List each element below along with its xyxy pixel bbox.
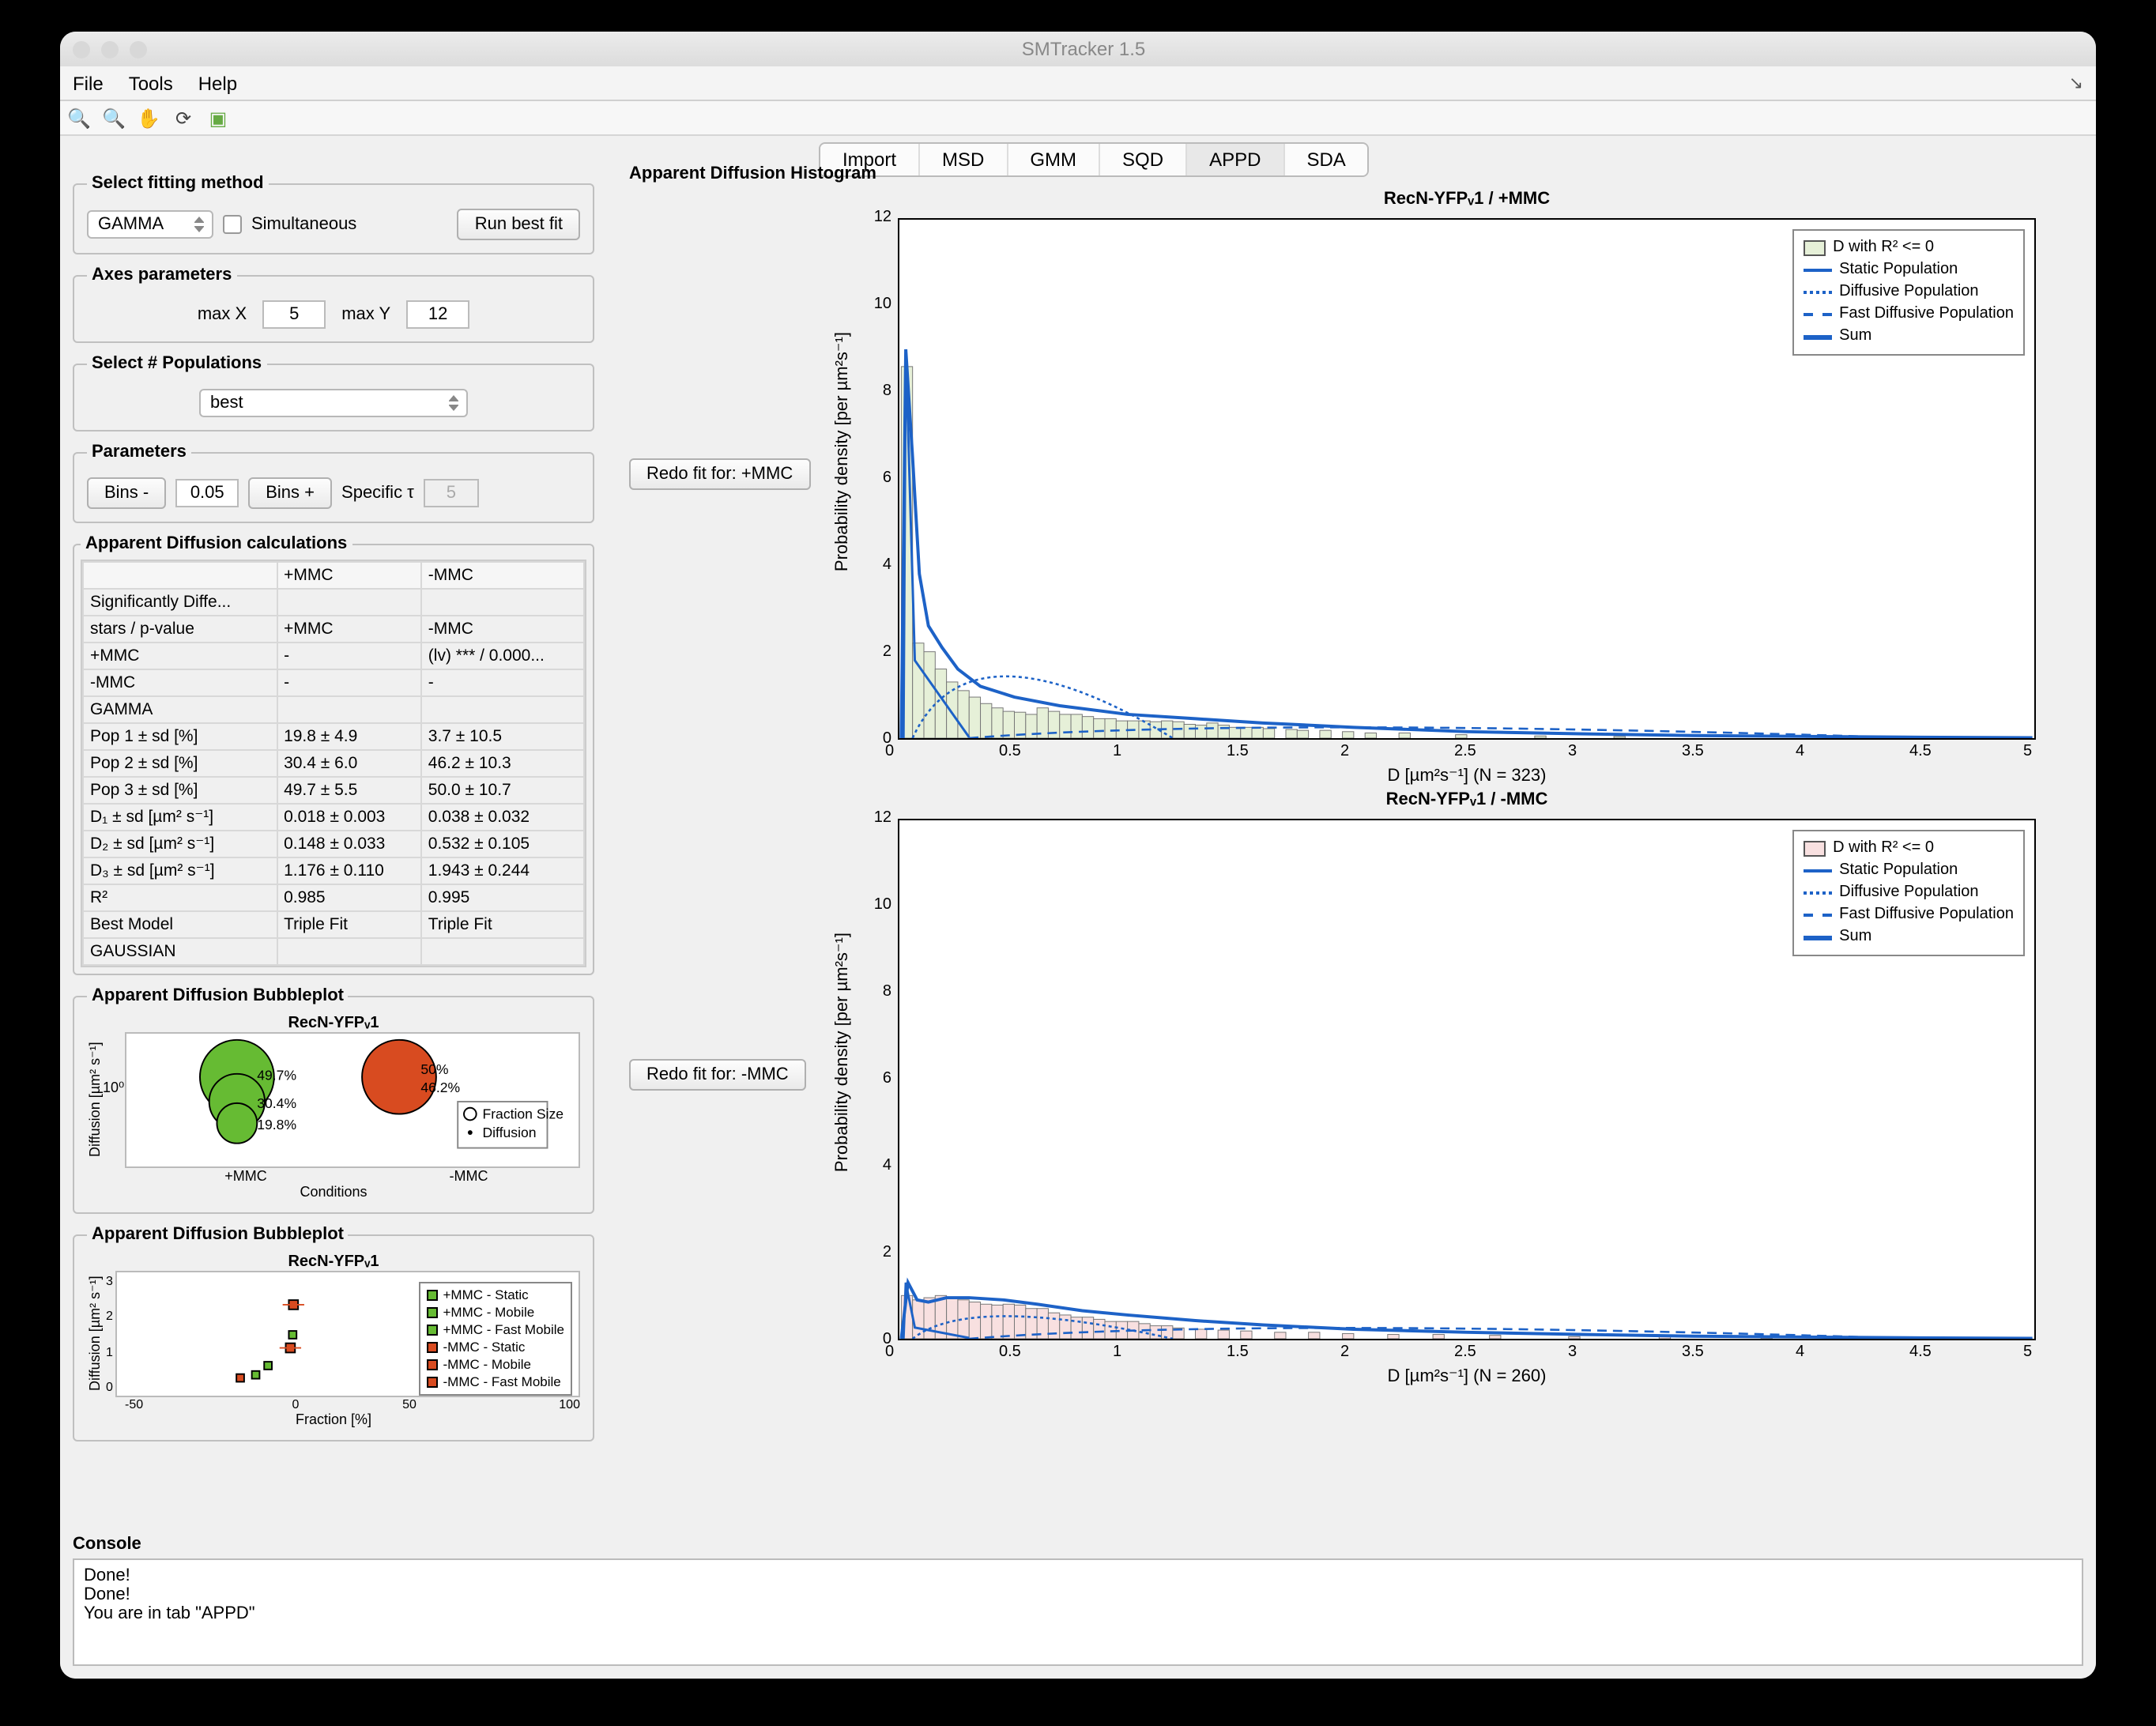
tab-gmm[interactable]: GMM xyxy=(1008,144,1100,175)
tab-msd[interactable]: MSD xyxy=(920,144,1008,175)
console-output[interactable]: Done!Done!You are in tab "APPD" xyxy=(73,1558,2083,1666)
chart2-legend: D with R² <= 0Static PopulationDiffusive… xyxy=(1792,830,2025,956)
chart2-title: RecN-YFPᵥ1 / -MMC xyxy=(898,790,2036,809)
chart1-title: RecN-YFPᵥ1 / +MMC xyxy=(898,190,2036,209)
spectau-input[interactable] xyxy=(424,479,479,507)
console-panel: Console Done!Done!You are in tab "APPD" xyxy=(73,1535,2083,1666)
pan-icon[interactable]: ✋ xyxy=(136,105,161,130)
simultaneous-checkbox[interactable] xyxy=(223,215,242,234)
bins-plus-button[interactable]: Bins + xyxy=(248,477,332,509)
maxx-label: max X xyxy=(198,305,247,324)
scatter-xlabel: Fraction [%] xyxy=(87,1411,580,1427)
redo-fit-plus-button[interactable]: Redo fit for: +MMC xyxy=(629,458,810,490)
scatter-chart[interactable]: +MMC - Static+MMC - Mobile+MMC - Fast Mo… xyxy=(116,1271,580,1397)
rotate-icon[interactable]: ⟳ xyxy=(171,105,196,130)
bubble-panel: Apparent Diffusion Bubbleplot RecN-YFPᵥ1… xyxy=(73,986,594,1214)
redo-fit-minus-button[interactable]: Redo fit for: -MMC xyxy=(629,1059,806,1091)
axes-legend: Axes parameters xyxy=(87,266,236,285)
chart1-xlabel: D [µm²s⁻¹] (N = 323) xyxy=(898,765,2036,786)
main-tabs: Import MSD GMM SQD APPD SDA xyxy=(819,142,1370,177)
scatter-ylabel: Diffusion [µm² s⁻¹] xyxy=(87,1271,103,1397)
chart2-ylabel: Probability density [per µm²s⁻¹] xyxy=(831,933,852,1172)
fitting-method-panel: Select fitting method GAMMA Simultaneous… xyxy=(73,174,594,254)
bubble-xcat-0: +MMC xyxy=(134,1168,357,1184)
axes-panel: Axes parameters max X max Y xyxy=(73,266,594,343)
menu-tools[interactable]: Tools xyxy=(129,72,173,94)
tab-sqd[interactable]: SQD xyxy=(1100,144,1187,175)
bubble-title: RecN-YFPᵥ1 xyxy=(87,1015,580,1032)
menu-help[interactable]: Help xyxy=(198,72,237,94)
maxy-input[interactable] xyxy=(406,300,469,329)
bubble-xcat-1: -MMC xyxy=(357,1168,580,1184)
menu-file[interactable]: File xyxy=(73,72,104,94)
bins-value-input[interactable] xyxy=(175,479,239,507)
scatter-legend-box: +MMC - Static+MMC - Mobile+MMC - Fast Mo… xyxy=(420,1282,573,1396)
scatter-panel: Apparent Diffusion Bubbleplot RecN-YFPᵥ1… xyxy=(73,1225,594,1441)
bubble-xlabel: Conditions xyxy=(87,1184,580,1200)
data-cursor-icon[interactable]: ▣ xyxy=(205,105,231,130)
chart2[interactable]: D with R² <= 0Static PopulationDiffusive… xyxy=(898,819,2036,1340)
bubble-legend: Apparent Diffusion Bubbleplot xyxy=(87,986,349,1005)
menu-expand-icon[interactable]: ↘ xyxy=(2069,73,2083,93)
chart2-xlabel: D [µm²s⁻¹] (N = 260) xyxy=(898,1366,2036,1386)
run-best-fit-button[interactable]: Run best fit xyxy=(458,209,580,240)
calculations-legend: Apparent Diffusion calculations xyxy=(81,534,352,553)
tab-appd[interactable]: APPD xyxy=(1187,144,1284,175)
simultaneous-label: Simultaneous xyxy=(251,215,356,234)
svg-text:Diffusion: Diffusion xyxy=(482,1125,536,1140)
bins-minus-button[interactable]: Bins - xyxy=(87,477,166,509)
svg-text:46.2%: 46.2% xyxy=(420,1080,460,1095)
zoom-out-icon[interactable]: 🔍 xyxy=(101,105,126,130)
calculations-panel: Apparent Diffusion calculations +MMC-MMC… xyxy=(73,534,594,975)
populations-combo[interactable]: best xyxy=(199,389,468,417)
tab-sda[interactable]: SDA xyxy=(1284,144,1367,175)
zoom-in-icon[interactable]: 🔍 xyxy=(66,105,92,130)
menubar: File Tools Help ↘ xyxy=(60,66,2096,101)
bubble-chart[interactable]: 49.7% 30.4% 19.8% 50% 46.2% Fraction Siz… xyxy=(124,1032,580,1168)
svg-text:50%: 50% xyxy=(420,1061,448,1077)
fitting-method-combo[interactable]: GAMMA xyxy=(87,210,213,239)
parameters-panel: Parameters Bins - Bins + Specific τ xyxy=(73,443,594,523)
app-window: SMTracker 1.5 File Tools Help ↘ 🔍 🔍 ✋ ⟳ … xyxy=(60,32,2096,1679)
scatter-title: RecN-YFPᵥ1 xyxy=(87,1253,580,1271)
window-title: SMTracker 1.5 xyxy=(147,38,2020,60)
maxy-label: max Y xyxy=(341,305,390,324)
svg-text:49.7%: 49.7% xyxy=(257,1068,296,1083)
fitting-legend: Select fitting method xyxy=(87,174,269,193)
chart1-ylabel: Probability density [per µm²s⁻¹] xyxy=(831,332,852,571)
calculations-table-wrap[interactable]: +MMC-MMCSignificantly Diffe...stars / p-… xyxy=(81,560,586,967)
maxx-input[interactable] xyxy=(262,300,326,329)
chart1-legend: D with R² <= 0Static PopulationDiffusive… xyxy=(1792,229,2025,356)
main-title: Apparent Diffusion Histogram xyxy=(629,164,876,183)
scatter-legend: Apparent Diffusion Bubbleplot xyxy=(87,1225,349,1244)
toolbar: 🔍 🔍 ✋ ⟳ ▣ xyxy=(60,101,2096,136)
calculations-table: +MMC-MMCSignificantly Diffe...stars / p-… xyxy=(82,561,585,966)
spectau-label: Specific τ xyxy=(341,484,414,503)
svg-text:30.4%: 30.4% xyxy=(257,1095,296,1111)
svg-text:19.8%: 19.8% xyxy=(257,1117,296,1132)
populations-legend: Select # Populations xyxy=(87,354,266,373)
bubble-ylabel: Diffusion [µm² s⁻¹] xyxy=(87,1032,103,1168)
traffic-lights[interactable] xyxy=(73,40,147,58)
parameters-legend: Parameters xyxy=(87,443,191,462)
titlebar: SMTracker 1.5 xyxy=(60,32,2096,66)
populations-panel: Select # Populations best xyxy=(73,354,594,432)
console-label: Console xyxy=(73,1535,2083,1554)
chart1[interactable]: D with R² <= 0Static PopulationDiffusive… xyxy=(898,218,2036,740)
svg-text:Fraction Size: Fraction Size xyxy=(482,1106,564,1121)
